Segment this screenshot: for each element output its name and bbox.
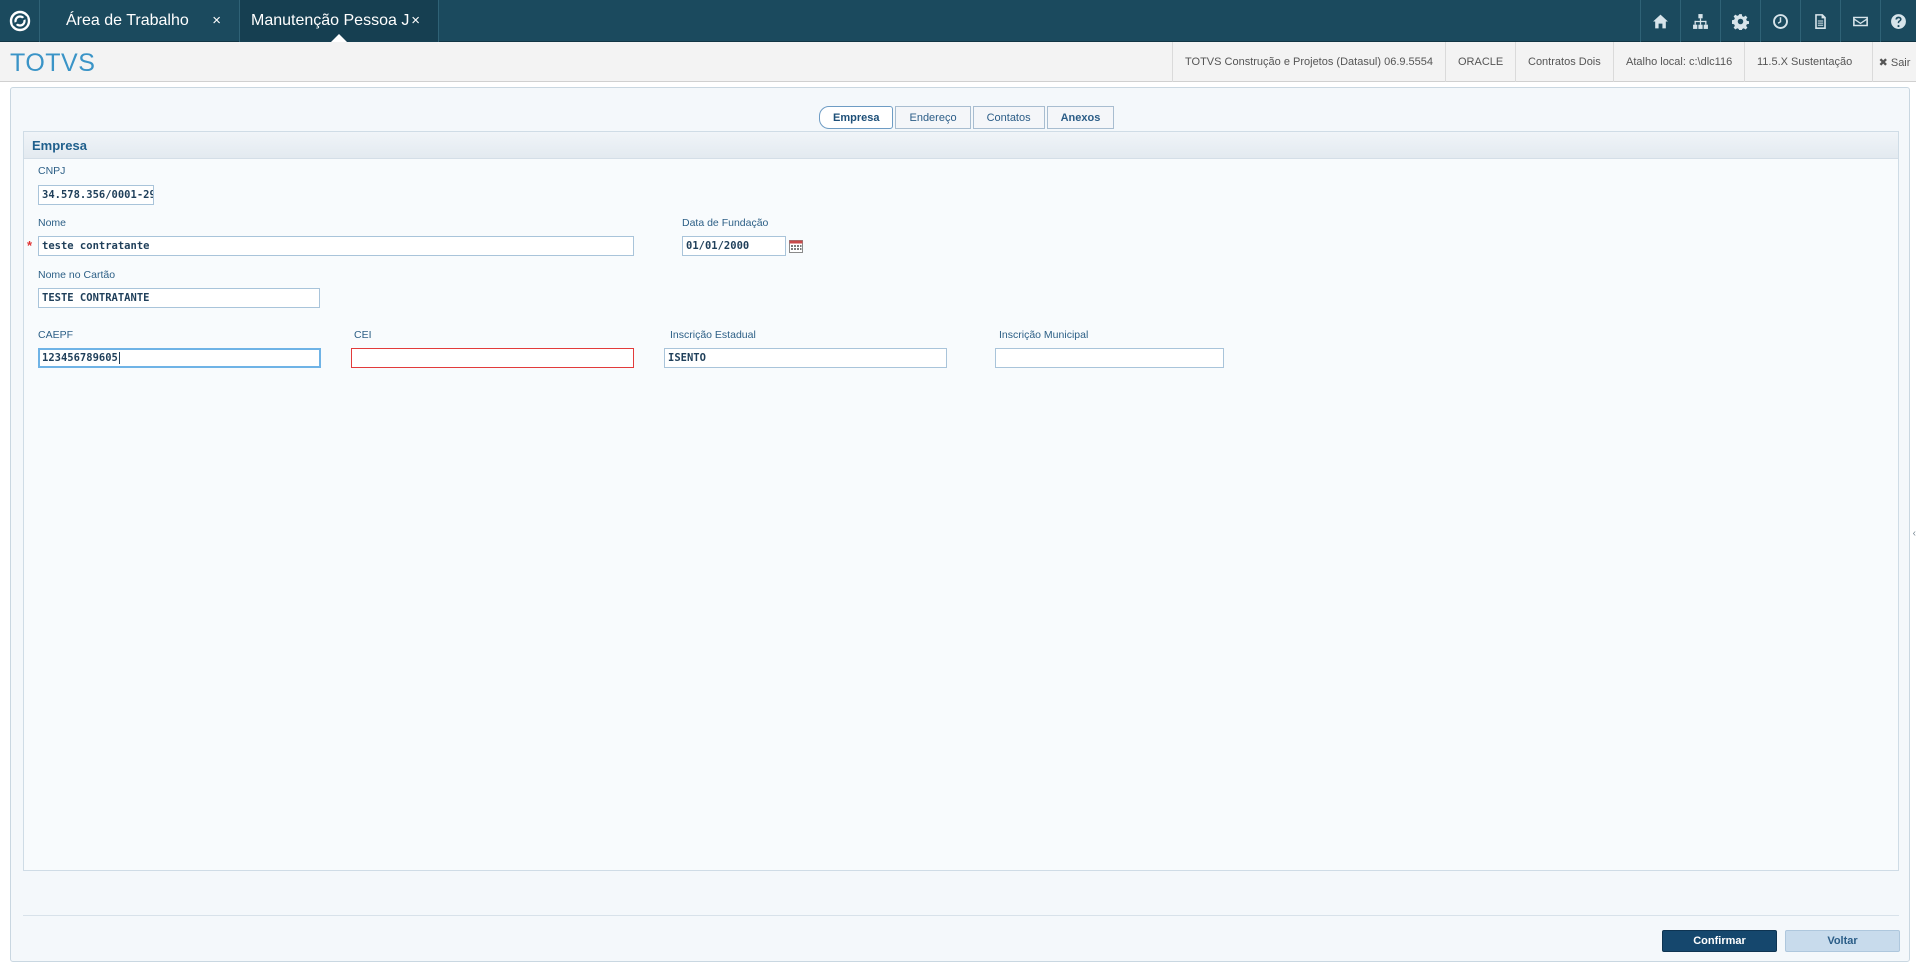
sitemap-button[interactable]	[1680, 0, 1720, 42]
logout-button[interactable]: ✖ Sair	[1872, 42, 1916, 82]
help-button[interactable]	[1880, 0, 1916, 42]
company-name: Contratos Dois	[1515, 42, 1613, 82]
empresa-section: Empresa CNPJ 34.578.356/0001-29 Nome * t…	[23, 131, 1899, 871]
inscricao-estadual-label: Inscrição Estadual	[670, 329, 756, 341]
section-header: Empresa	[24, 132, 1898, 159]
help-icon	[1891, 13, 1906, 29]
settings-button[interactable]	[1720, 0, 1760, 42]
footer-divider	[23, 915, 1899, 916]
tab-empresa[interactable]: Empresa	[819, 106, 894, 129]
header-bar: TOTVS TOTVS Construção e Projetos (Datas…	[0, 42, 1916, 82]
tab-label: Manutenção Pessoa J	[251, 12, 410, 29]
text-cursor	[118, 352, 120, 364]
nome-input[interactable]: teste contratante	[38, 236, 634, 256]
tab-contatos[interactable]: Contatos	[972, 106, 1045, 129]
gear-icon	[1732, 13, 1749, 30]
nome-label: Nome	[38, 217, 67, 229]
local-shortcut: Atalho local: c:\dlc116	[1613, 42, 1744, 82]
calendar-icon[interactable]	[789, 239, 803, 253]
mail-icon	[1853, 16, 1868, 26]
home-icon	[1653, 14, 1668, 28]
top-bar: Área de Trabalho × Manutenção Pessoa J ×	[0, 0, 1916, 42]
messages-button[interactable]	[1840, 0, 1880, 42]
home-button[interactable]	[1640, 0, 1680, 42]
tab-area-de-trabalho[interactable]: Área de Trabalho ×	[40, 0, 240, 42]
environment-name: 11.5.X Sustentação	[1744, 42, 1864, 82]
tab-endereco[interactable]: Endereço	[895, 106, 971, 129]
form-tabs: Empresa Endereço Contatos Anexos	[819, 106, 1116, 129]
documents-button[interactable]	[1800, 0, 1840, 42]
cnpj-label: CNPJ	[38, 165, 66, 177]
side-panel-handle-icon[interactable]: ‹	[1913, 528, 1916, 539]
totvs-logo-icon	[9, 10, 30, 32]
required-mark: *	[27, 238, 33, 253]
cei-label: CEI	[354, 329, 372, 341]
close-icon[interactable]: ×	[212, 12, 221, 29]
totvs-logo-button[interactable]	[0, 0, 40, 42]
inscricao-municipal-input[interactable]	[995, 348, 1224, 368]
confirm-button[interactable]: Confirmar	[1662, 930, 1777, 952]
active-tab-indicator	[331, 34, 347, 42]
caepf-input[interactable]: 123456789605	[38, 348, 321, 368]
document-icon	[1815, 13, 1826, 29]
caepf-label: CAEPF	[38, 329, 74, 341]
close-icon[interactable]: ×	[411, 12, 420, 29]
tab-anexos[interactable]: Anexos	[1046, 106, 1115, 129]
data-fundacao-input[interactable]: 01/01/2000	[682, 236, 786, 256]
clock-icon	[1773, 13, 1788, 29]
brand-logo: TOTVS	[10, 49, 96, 77]
nome-cartao-label: Nome no Cartão	[38, 269, 116, 281]
data-fundacao-label: Data de Fundação	[682, 217, 769, 229]
cnpj-input[interactable]: 34.578.356/0001-29	[38, 185, 154, 205]
main-panel: Empresa Endereço Contatos Anexos Empresa…	[10, 87, 1910, 962]
history-button[interactable]	[1760, 0, 1800, 42]
inscricao-municipal-label: Inscrição Municipal	[999, 329, 1089, 341]
database-name: ORACLE	[1445, 42, 1515, 82]
product-version: TOTVS Construção e Projetos (Datasul) 06…	[1172, 42, 1445, 82]
cei-input[interactable]	[351, 348, 634, 368]
caepf-value: 123456789605	[42, 352, 118, 364]
back-button[interactable]: Voltar	[1785, 930, 1900, 952]
nome-cartao-input[interactable]: TESTE CONTRATANTE	[38, 288, 320, 308]
inscricao-estadual-input[interactable]: ISENTO	[664, 348, 947, 368]
sitemap-icon	[1693, 13, 1708, 29]
section-title: Empresa	[32, 138, 87, 153]
tab-label: Área de Trabalho	[66, 12, 189, 29]
